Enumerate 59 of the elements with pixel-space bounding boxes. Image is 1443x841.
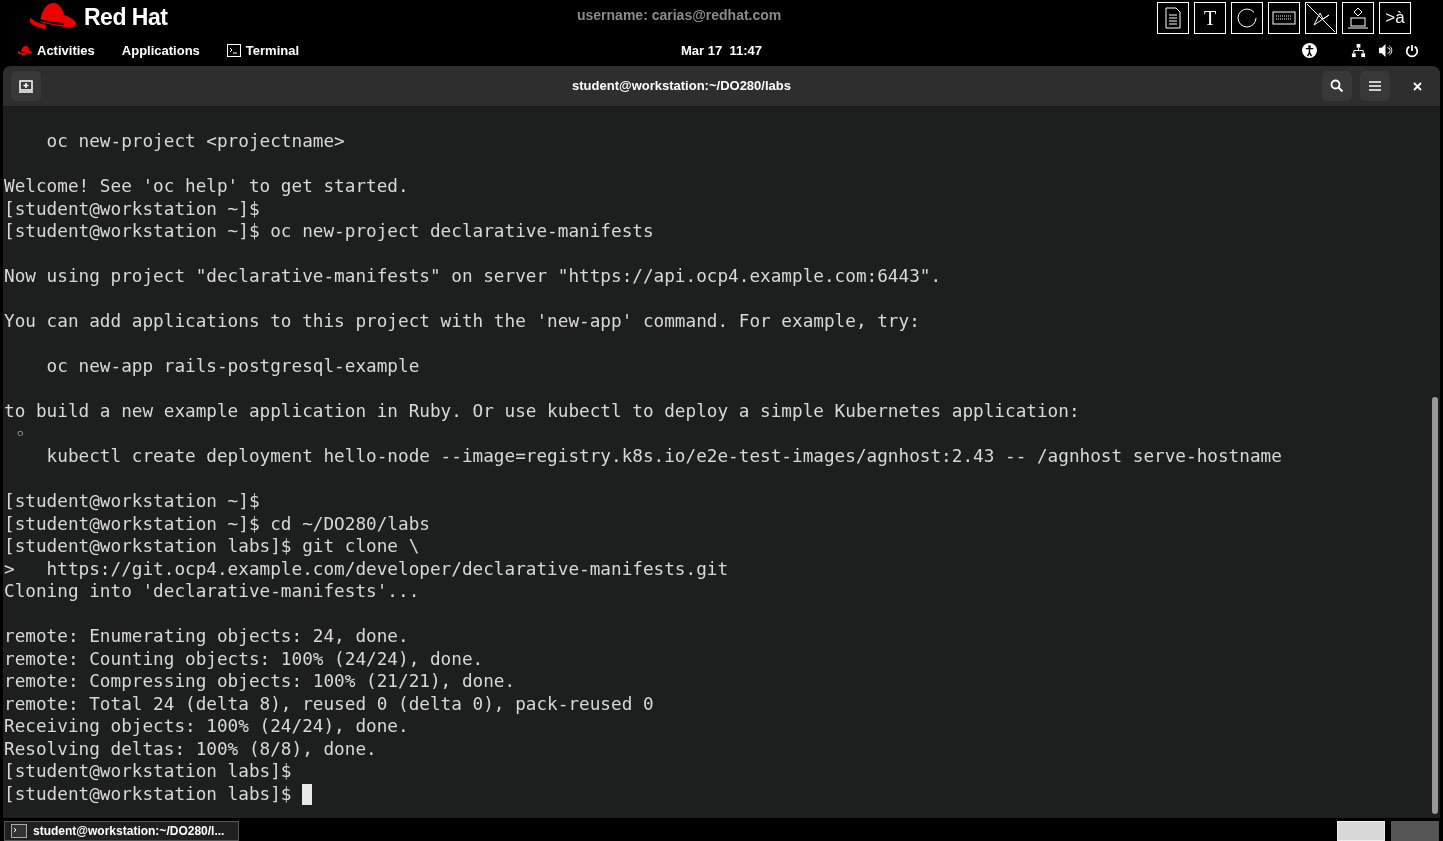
hat-icon xyxy=(18,46,32,55)
terminal-icon xyxy=(226,44,241,57)
terminal-line: [student@workstation labs]$ xyxy=(4,760,292,783)
tool-button[interactable] xyxy=(1157,1,1189,34)
tool-button[interactable] xyxy=(1305,1,1337,34)
panel-menu-item[interactable]: Applications xyxy=(121,40,200,61)
terminal-line: remote: Counting objects: 100% (24/24), done. xyxy=(4,647,484,670)
taskbar-item[interactable]: student@workstation:~/DO280/l... xyxy=(4,821,239,841)
terminal-line: Now using project "declarative-manifests" on server "https://api.ocp4.example.com:6443". xyxy=(4,265,942,288)
accessibility-icon[interactable] xyxy=(1302,43,1317,58)
search-button[interactable] xyxy=(1322,71,1352,101)
terminal-line: oc new-project <projectname> xyxy=(45,130,345,153)
terminal-line: > https://git.ocp4.example.com/developer/declarative-manifests.git xyxy=(4,557,729,580)
terminal-line: to build a new example application in Ruby. Or use kubectl to deploy a simple Kubernetes application: xyxy=(4,400,1080,423)
terminal-line: Resolving deltas: 100% (8/8), done. xyxy=(4,737,377,760)
terminal-line: ◦ xyxy=(13,422,26,445)
text-cursor xyxy=(302,784,313,805)
username-label: username: carias@redhat.com xyxy=(577,6,782,25)
new-tab-icon xyxy=(19,79,33,93)
terminal-line: Receiving objects: 100% (24/24), done. xyxy=(4,715,409,738)
terminal-line: [student@workstation ~]$ cd ~/DO280/labs xyxy=(4,512,430,535)
tool-button[interactable]: T xyxy=(1194,1,1226,34)
person-at-desk-icon xyxy=(1347,5,1369,30)
terminal-line: oc new-app rails-postgresql-example xyxy=(45,355,420,378)
panel-menu-item[interactable]: Activities xyxy=(18,40,95,61)
search-icon xyxy=(1330,79,1344,93)
keyboard-icon xyxy=(1272,10,1296,25)
volume-icon[interactable] xyxy=(1378,43,1393,58)
power-icon[interactable] xyxy=(1405,43,1419,58)
tool-button[interactable] xyxy=(1342,1,1374,34)
document-icon xyxy=(1164,6,1182,29)
scrollbar-thumb[interactable] xyxy=(1432,397,1438,814)
tool-button[interactable]: >à xyxy=(1379,1,1411,34)
circle-icon xyxy=(1236,6,1258,29)
terminal-line: [student@workstation ~]$ oc new-project declarative-manifests xyxy=(4,220,654,243)
brand-name: Red Hat xyxy=(84,3,168,33)
terminal-line: Welcome! See 'oc help' to get started. xyxy=(4,175,409,198)
menu-button[interactable] xyxy=(1360,71,1390,101)
terminal-line: remote: Enumerating objects: 24, done. xyxy=(4,625,409,648)
panel-menu-item[interactable]: Terminal xyxy=(226,40,300,61)
terminal-icon xyxy=(11,824,27,838)
close-icon xyxy=(1412,81,1422,91)
tool-button[interactable] xyxy=(1231,1,1263,34)
clock[interactable]: Mar 17 11:47 xyxy=(681,40,762,61)
terminal-line: [student@workstation labs]$ git clone \ xyxy=(4,535,420,558)
terminal-line: [student@workstation labs]$ xyxy=(4,782,293,805)
terminal-line: remote: Total 24 (delta 8), reused 0 (delta 0), pack-reused 0 xyxy=(4,692,654,715)
new-tab-button[interactable] xyxy=(11,71,41,101)
terminal-line: kubectl create deployment hello-node --image=registry.k8s.io/e2e-test-images/agnhost:2.43 -- /agnhost serve-hostname xyxy=(45,445,1282,468)
terminal-line: You can add applications to this project with the 'new-app' command. For example, try: xyxy=(4,310,920,333)
window-title: student@workstation:~/DO280/labs xyxy=(571,77,792,96)
terminal-line: Cloning into 'declarative-manifests'... xyxy=(4,580,420,603)
tool-button[interactable] xyxy=(1268,1,1300,34)
network-icon[interactable] xyxy=(1351,43,1366,58)
crossed-pointer-icon xyxy=(1306,2,1336,33)
menu-icon xyxy=(1369,81,1381,91)
terminal-line: remote: Compressing objects: 100% (21/21), done. xyxy=(4,670,516,693)
terminal-line: [student@workstation ~]$ xyxy=(4,490,260,513)
terminal-line: [student@workstation ~]$ xyxy=(4,197,260,220)
